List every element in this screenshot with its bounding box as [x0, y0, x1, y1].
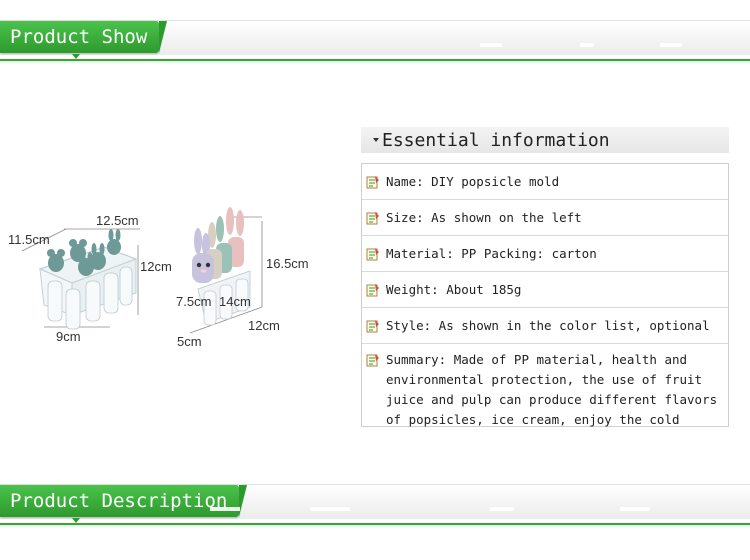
note-icon: [366, 176, 379, 189]
note-icon: [366, 284, 379, 297]
note-icon: [366, 212, 379, 225]
info-row-weight: Weight: About 185g: [362, 272, 728, 308]
info-text: Weight: About 185g: [386, 282, 522, 297]
section-bar-product-show: Product Show: [0, 20, 750, 64]
dim-height-left: 12cm: [140, 259, 172, 274]
dim-width-right: 7.5cm: [176, 294, 212, 309]
info-text: Name: DIY popsicle mold: [386, 174, 560, 189]
product-image: 12.5cm 11.5cm 12cm 9cm 16.5cm 7.5cm 14cm…: [0, 195, 340, 365]
info-row-material: Material: PP Packing: carton: [362, 236, 728, 272]
popsicle-molds-illustration: [21, 207, 263, 334]
info-row-summary: Summary: Made of PP material, health and…: [362, 344, 728, 428]
dim-base-width-right: 5cm: [177, 334, 202, 349]
note-icon: [366, 248, 379, 261]
section-bar-product-description: Product Description: [0, 484, 750, 528]
info-row-name: Name: DIY popsicle mold: [362, 164, 728, 200]
info-table: Name: DIY popsicle mold Size: As shown o…: [361, 163, 729, 427]
info-text: Material: PP Packing: carton: [386, 246, 597, 261]
dim-depth-right: 14cm: [219, 294, 251, 309]
note-icon: [366, 320, 379, 333]
header-decoration: [190, 507, 750, 515]
header-decoration: [190, 43, 750, 51]
info-text: Size: As shown on the left: [386, 210, 582, 225]
caret-down-icon: [373, 138, 379, 142]
left-mold: [38, 229, 138, 330]
info-text: Style: As shown in the color list, optio…: [386, 318, 710, 333]
info-title: Essential information: [382, 129, 610, 151]
info-text: Summary: Made of PP material, health and…: [386, 352, 718, 427]
info-header: Essential information: [361, 127, 729, 153]
dim-base-depth-right: 12cm: [248, 318, 280, 333]
section-title-product-show: Product Show: [0, 21, 168, 59]
note-icon: [366, 354, 379, 367]
dim-height-right: 16.5cm: [266, 256, 309, 271]
info-row-size: Size: As shown on the left: [362, 200, 728, 236]
info-row-style: Style: As shown in the color list, optio…: [362, 308, 728, 344]
dim-base-left: 9cm: [56, 329, 81, 344]
dim-width-left: 12.5cm: [96, 213, 139, 228]
dim-depth-left: 11.5cm: [8, 232, 50, 247]
